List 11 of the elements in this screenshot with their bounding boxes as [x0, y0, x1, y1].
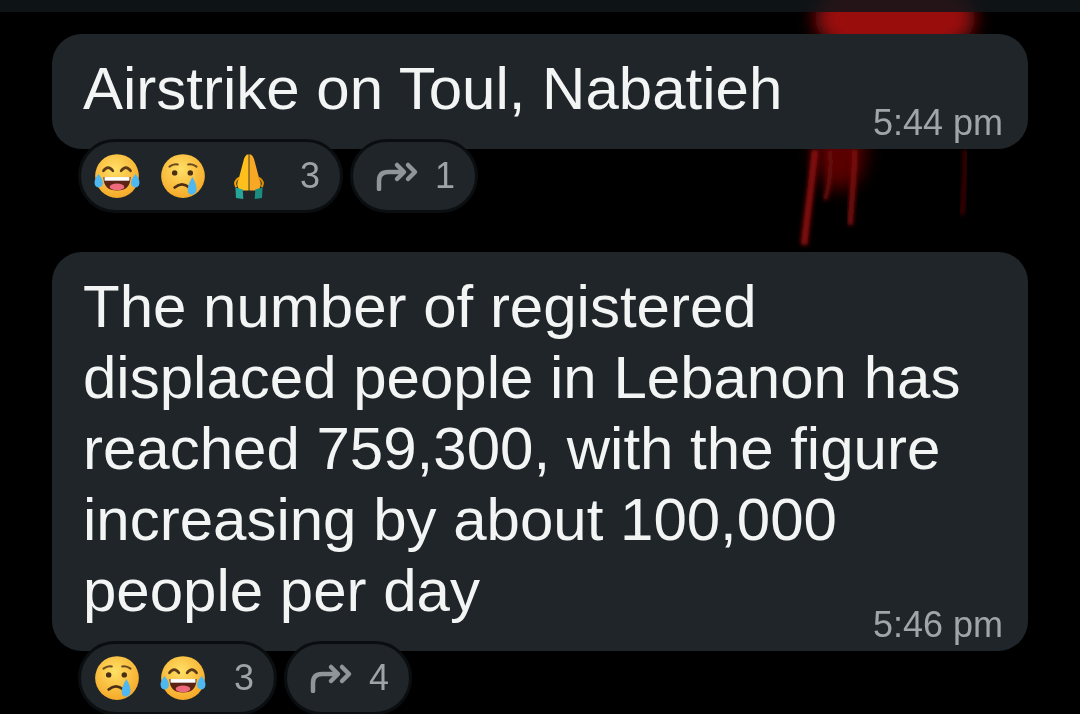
forwards-button[interactable]: 1 — [350, 139, 479, 213]
laughing-face-icon — [92, 151, 142, 201]
reactions-button[interactable]: 3 — [78, 139, 344, 213]
crying-face-icon — [92, 653, 142, 703]
message-time: 5:46 pm — [872, 607, 1003, 643]
reactions-button[interactable]: 3 — [78, 641, 278, 714]
crying-face-icon — [158, 151, 208, 201]
message-time: 5:44 pm — [872, 105, 1003, 141]
laughing-face-icon — [158, 653, 208, 703]
forwards-button[interactable]: 4 — [284, 641, 413, 714]
message-text: Airstrike on Toul, Nabatieh — [83, 55, 783, 122]
